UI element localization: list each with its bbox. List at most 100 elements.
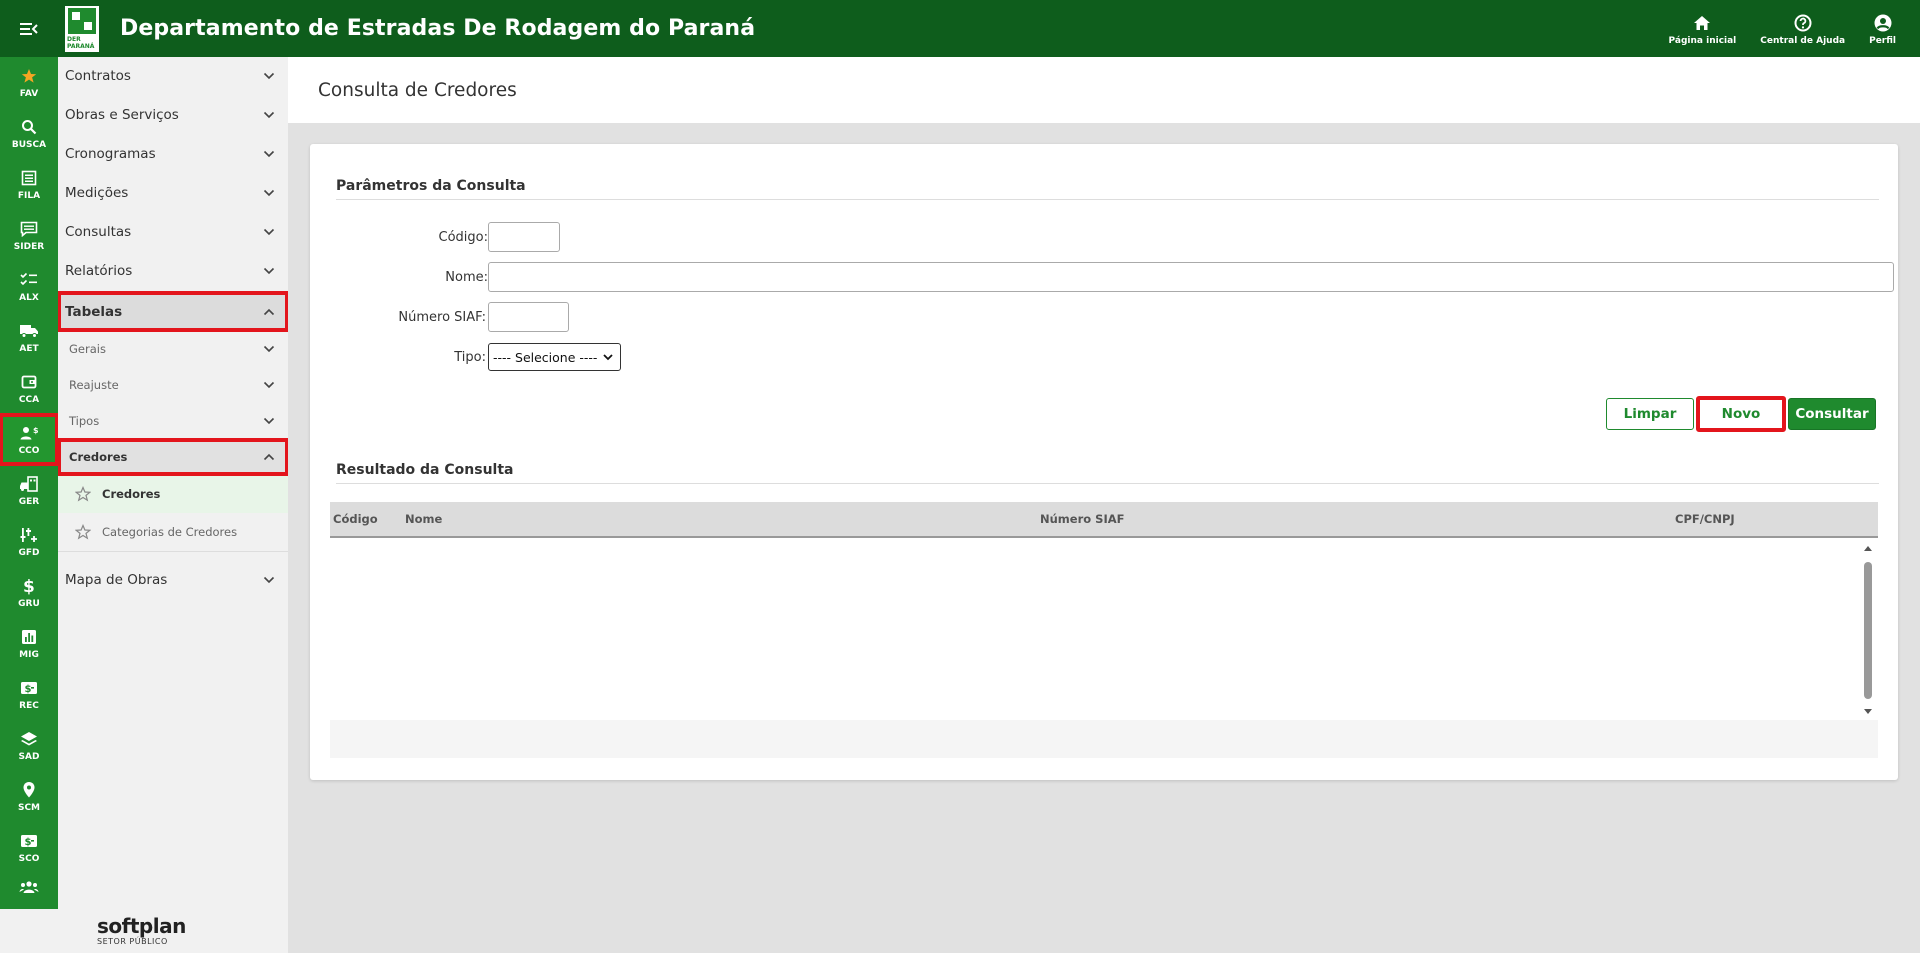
column-header-numero-siaf[interactable]: Número SIAF [1040, 502, 1125, 536]
rail-item-aet[interactable]: AET [0, 312, 58, 363]
novo-button[interactable]: Novo [1696, 396, 1786, 432]
sidebar-subitem-label: Tipos [69, 414, 100, 428]
chevron-down-icon [262, 108, 276, 122]
star-icon [19, 66, 39, 86]
rail-item-alx[interactable]: ALX [0, 261, 58, 312]
sidebar-leaf-categorias-credores[interactable]: Categorias de Credores [58, 513, 288, 551]
wallet-icon [19, 372, 39, 392]
chevron-down-icon [262, 69, 276, 83]
params-section-title: Parâmetros da Consulta [336, 178, 526, 194]
rail-item-cca[interactable]: CCA [0, 363, 58, 414]
home-label: Página inicial [1668, 35, 1737, 46]
svg-text:$: $ [33, 426, 39, 435]
table-scrollbar[interactable] [1862, 544, 1874, 716]
sidebar-item-label: Mapa de Obras [65, 571, 168, 588]
rail-item-cco[interactable]: $ CCO [0, 413, 59, 466]
rail-item-ger[interactable]: GER [0, 465, 58, 516]
tipo-select[interactable]: ---- Selecione ---- [488, 343, 621, 371]
rail-label-gfd: GFD [18, 548, 40, 558]
rail-item-group[interactable] [0, 873, 58, 903]
sidebar-item-label: Consultas [65, 223, 132, 240]
brand-subtitle: SETOR PÚBLICO [97, 937, 168, 946]
sidebar-subitem-credores[interactable]: Credores [58, 438, 288, 476]
column-header-cpf-cnpj[interactable]: CPF/CNPJ [1675, 502, 1735, 536]
message-icon [19, 219, 39, 239]
sidebar-item-obras-servicos[interactable]: Obras e Serviços [58, 95, 288, 134]
results-table-footer [330, 720, 1878, 758]
codigo-input[interactable] [488, 222, 560, 252]
sidebar-subitem-tipos[interactable]: Tipos [58, 403, 288, 439]
rail-item-fila[interactable]: FILA [0, 159, 58, 210]
menu-toggle-icon[interactable] [0, 0, 57, 57]
rail-label-alx: ALX [19, 293, 39, 303]
sidebar-item-label: Cronogramas [65, 145, 156, 162]
rail-label-sider: SIDER [13, 242, 45, 252]
chevron-up-icon [262, 305, 276, 319]
svg-text:$: $ [25, 684, 32, 695]
results-section-title: Resultado da Consulta [336, 462, 514, 478]
tipo-label: Tipo: [454, 349, 486, 365]
rail-item-sco[interactable]: $ SCO [0, 822, 58, 873]
truck-icon [19, 321, 39, 341]
search-icon [19, 117, 39, 137]
module-rail: FAV BUSCA FILA SIDER ALX AET CCA $ CCO G… [0, 57, 59, 909]
star-outline-icon[interactable] [74, 523, 92, 541]
rail-item-scm[interactable]: SCM [0, 771, 58, 822]
rail-label-rec: REC [19, 701, 39, 711]
sidebar-subitem-reajuste[interactable]: Reajuste [58, 367, 288, 403]
chevron-down-icon [262, 264, 276, 278]
rail-item-sad[interactable]: SAD [0, 720, 58, 771]
sidebar-item-label: Medições [65, 184, 129, 201]
column-header-codigo[interactable]: Código [333, 502, 378, 536]
help-icon [1792, 12, 1814, 34]
help-center-button[interactable]: Central de Ajuda [1760, 12, 1845, 46]
codigo-label: Código: [438, 229, 488, 245]
rail-item-rec[interactable]: $ REC [0, 669, 58, 720]
rail-item-gfd[interactable]: GFD [0, 516, 58, 567]
sidebar-item-consultas[interactable]: Consultas [58, 212, 288, 251]
scrollbar-thumb[interactable] [1864, 562, 1872, 699]
top-header: DER PARANÁ Departamento de Estradas De R… [0, 0, 1920, 57]
rail-item-fav[interactable]: FAV [0, 57, 58, 108]
chevron-down-icon [603, 353, 614, 361]
scroll-up-arrow-icon[interactable] [1864, 546, 1872, 551]
tipo-row: Tipo: ---- Selecione ---- [330, 343, 621, 371]
rail-item-busca[interactable]: BUSCA [0, 108, 58, 159]
sidebar-item-contratos[interactable]: Contratos [58, 57, 288, 95]
chevron-down-icon [262, 378, 276, 392]
svg-text:$: $ [23, 577, 35, 595]
sidebar-item-relatorios[interactable]: Relatórios [58, 251, 288, 290]
rail-item-gru[interactable]: $ GRU [0, 567, 58, 618]
sidebar-subitem-label: Gerais [69, 342, 106, 356]
chevron-down-icon [262, 186, 276, 200]
rail-label-cca: CCA [18, 395, 40, 405]
rail-label-aet: AET [19, 344, 39, 354]
home-icon [1691, 12, 1713, 34]
siaf-row: Número SIAF: [330, 302, 569, 332]
profile-button[interactable]: Perfil [1869, 12, 1896, 46]
location-icon [19, 780, 39, 800]
sidebar-item-mapa-obras[interactable]: Mapa de Obras [58, 560, 288, 599]
sidebar-item-medicoes[interactable]: Medições [58, 173, 288, 212]
sidebar-leaf-credores[interactable]: Credores [58, 475, 288, 513]
sidebar-item-cronogramas[interactable]: Cronogramas [58, 134, 288, 173]
list-icon [19, 168, 39, 188]
home-button[interactable]: Página inicial [1668, 12, 1737, 46]
column-header-nome[interactable]: Nome [405, 502, 442, 536]
siaf-label: Número SIAF: [398, 309, 486, 325]
rail-label-cco: CCO [18, 446, 40, 456]
limpar-button[interactable]: Limpar [1606, 398, 1694, 430]
star-outline-icon[interactable] [74, 485, 92, 503]
scroll-down-arrow-icon[interactable] [1864, 709, 1872, 714]
nome-label: Nome: [445, 269, 488, 285]
sidebar-item-tabelas[interactable]: Tabelas [58, 291, 288, 332]
siaf-input[interactable] [488, 302, 569, 332]
chart-icon [19, 627, 39, 647]
rail-item-sider[interactable]: SIDER [0, 210, 58, 261]
sidebar-subitem-gerais[interactable]: Gerais [58, 331, 288, 367]
person-dollar-icon: $ [19, 423, 39, 443]
nome-input[interactable] [488, 262, 1894, 292]
rail-item-mig[interactable]: MIG [0, 618, 58, 669]
sidebar-subitem-label: Reajuste [69, 378, 119, 392]
consultar-button[interactable]: Consultar [1788, 398, 1876, 430]
